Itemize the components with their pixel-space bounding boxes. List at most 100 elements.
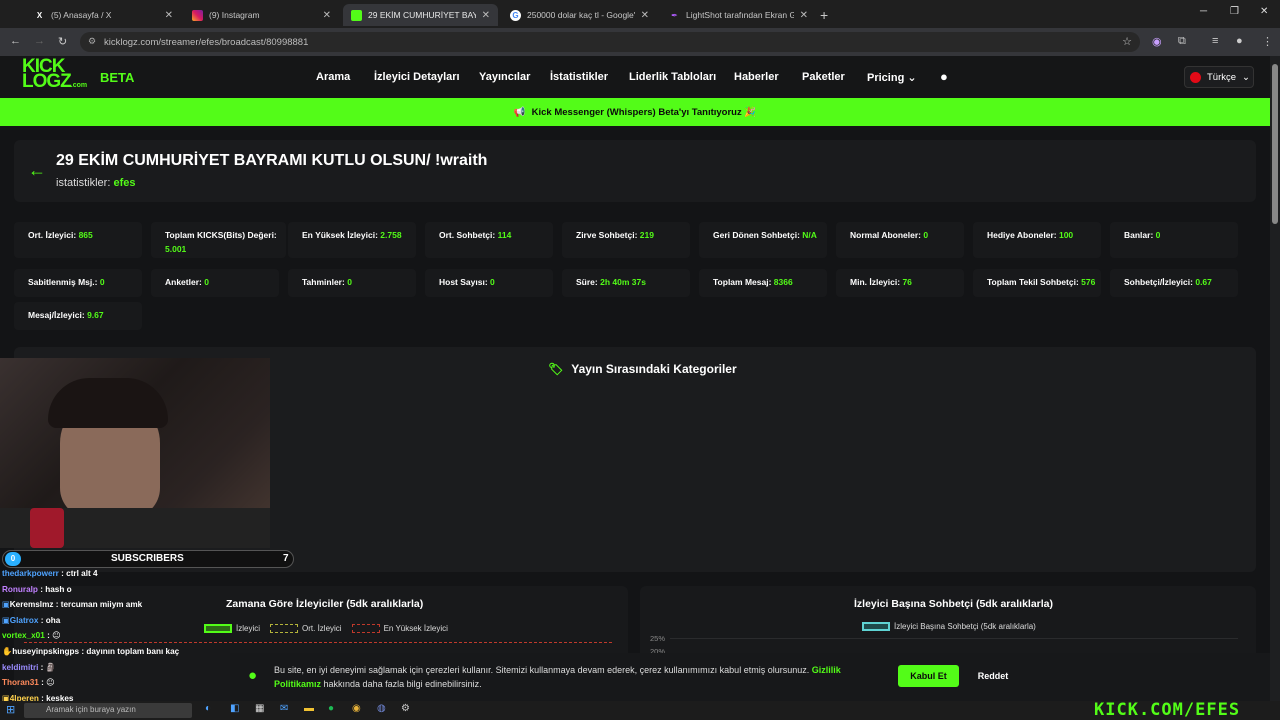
stat-value: 0 — [1155, 230, 1161, 240]
maximize-icon[interactable]: ❐ — [1230, 6, 1239, 17]
stat-value: 76 — [902, 277, 912, 287]
close-icon[interactable]: ✕ — [800, 10, 808, 21]
new-tab-button[interactable]: + — [820, 4, 840, 26]
close-icon[interactable]: ✕ — [165, 10, 173, 21]
close-window-icon[interactable]: ✕ — [1260, 6, 1268, 17]
nav-pricing-label: Pricing — [867, 72, 905, 84]
announcement-text: Kick Messenger (Whispers) Beta'yı Tanıtı… — [531, 106, 757, 118]
reject-cookies-button[interactable]: Reddet — [970, 665, 1016, 687]
legend-label[interactable]: Ort. İzleyici — [302, 624, 342, 633]
streamer-link[interactable]: efes — [113, 177, 135, 189]
grid-line — [670, 638, 1238, 639]
nav-izleyici-detaylari[interactable]: İzleyici Detayları — [374, 71, 460, 83]
chat-user: vortex_x01 — [2, 631, 45, 641]
close-icon[interactable]: ✕ — [323, 10, 331, 21]
store-icon[interactable]: ▦ — [255, 703, 264, 714]
close-icon[interactable]: ✕ — [641, 10, 649, 21]
back-arrow-icon[interactable]: ← — [28, 160, 46, 181]
mail-icon[interactable]: ✉ — [280, 703, 288, 714]
y-tick-label: 25% — [650, 634, 666, 643]
stat-toplam-tekil-sohbetci: Toplam Tekil Sohbetçi: 576 — [973, 269, 1101, 297]
tab-kicklogz[interactable]: 29 EKİM CUMHURİYET BAYRAM ✕ — [343, 4, 498, 26]
media-control-icon[interactable]: ≡ — [1212, 35, 1218, 47]
reload-icon[interactable]: ↻ — [58, 35, 67, 48]
stat-ort-izleyici: Ort. İzleyici: 865 — [14, 222, 142, 258]
stat-en-yuksek-izleyici: En Yüksek İzleyici: 2.758 — [288, 222, 416, 258]
stat-label: Zirve Sohbetçi: — [576, 230, 638, 240]
google-icon: G — [510, 9, 521, 21]
stat-value: 100 — [1058, 230, 1074, 240]
logo-bottom: LOGZ — [22, 71, 72, 92]
stat-value: 0.67 — [1195, 277, 1212, 287]
site-info-icon[interactable]: ⚙ — [88, 36, 96, 47]
nav-pricing[interactable]: Pricing ⌄ — [867, 71, 917, 84]
extension-icon[interactable]: ◉ — [1152, 35, 1162, 48]
chat-text: 😐 — [52, 631, 61, 641]
tab-google[interactable]: G 250000 dolar kaç tl - Google'da ✕ — [502, 4, 657, 26]
badge-icon: ✋ — [2, 646, 13, 656]
tab-lightshot[interactable]: ✒ LightShot tarafından Ekran Gör ✕ — [661, 4, 816, 26]
logo-suffix: .com — [70, 82, 88, 89]
cookie-message: Bu site, en iyi deneyimi sağlamak için ç… — [274, 665, 810, 675]
nav-arama[interactable]: Arama — [316, 71, 350, 83]
profile-icon[interactable]: ● — [1236, 35, 1243, 47]
announcement-banner[interactable]: 📢 Kick Messenger (Whispers) Beta'yı Tanı… — [0, 98, 1270, 126]
stat-tahminler: Tahminler: 0 — [288, 269, 416, 297]
extensions-puzzle-icon[interactable]: ⧉ — [1178, 35, 1186, 48]
app-icon[interactable]: ⚙ — [401, 703, 410, 714]
stat-label: Toplam KICKS(Bits) Değeri: — [165, 230, 277, 240]
menu-icon[interactable]: ⋮ — [1262, 35, 1273, 48]
chat-message: ▣Glatrox : oha — [2, 615, 61, 625]
categories-title: 🏷 Yayın Sırasındaki Kategoriler — [548, 362, 737, 376]
edge-icon[interactable]: ◐ — [205, 703, 211, 714]
taskview-icon[interactable]: ◧ — [230, 703, 239, 714]
windows-start-icon[interactable]: ⊞ — [6, 703, 15, 716]
stat-value: 0 — [923, 230, 929, 240]
bookmark-star-icon[interactable]: ☆ — [1122, 35, 1132, 48]
nav-istatistikler[interactable]: İstatistikler — [550, 71, 608, 83]
legend-swatch-max — [351, 624, 380, 633]
folder-icon[interactable]: ▬ — [304, 703, 314, 714]
nav-paketler[interactable]: Paketler — [802, 71, 845, 83]
stat-value: 9.67 — [87, 310, 104, 320]
close-icon[interactable]: ✕ — [482, 10, 490, 21]
windows-taskbar: ⊞ Aramak için buraya yazın ◐ ◧ ▦ ✉ ▬ ● ◉… — [0, 701, 1280, 720]
legend-label[interactable]: İzleyici Başına Sohbetçi (5dk aralıklarl… — [894, 622, 1036, 631]
minimize-icon[interactable]: ─ — [1200, 6, 1207, 17]
legend-label[interactable]: İzleyici — [236, 624, 260, 633]
page-scrollbar[interactable] — [1270, 56, 1280, 701]
stat-label: Host Sayısı: — [439, 277, 488, 287]
stat-value: 0 — [347, 277, 352, 287]
tab-x[interactable]: X (5) Anasayfa / X ✕ — [26, 4, 181, 26]
language-select[interactable]: Türkçe ⌄ — [1184, 66, 1254, 88]
scroll-thumb[interactable] — [1272, 64, 1278, 224]
accept-cookies-button[interactable]: Kabul Et — [898, 665, 959, 687]
stat-zirve-sohbetci: Zirve Sohbetçi: 219 — [562, 222, 690, 258]
kicklogz-logo[interactable]: KICK LOGZ.com — [22, 57, 88, 93]
stat-label: Tahminler: — [302, 277, 345, 287]
forward-icon[interactable]: → — [34, 35, 45, 47]
red-light — [30, 508, 64, 548]
stat-label: Min. İzleyici: — [850, 277, 901, 287]
nav-liderlik-tablolari[interactable]: Liderlik Tabloları — [629, 71, 716, 83]
kicklogz-icon — [351, 9, 362, 21]
nav-haberler[interactable]: Haberler — [734, 71, 779, 83]
legend-label[interactable]: En Yüksek İzleyici — [384, 624, 448, 633]
chrome-icon[interactable]: ◉ — [352, 703, 361, 714]
chat-user: keldimitri — [2, 662, 39, 672]
tab-title: 29 EKİM CUMHURİYET BAYRAM — [368, 10, 476, 20]
nav-yayincilar[interactable]: Yayıncılar — [479, 71, 530, 83]
back-icon[interactable]: ← — [10, 35, 21, 47]
stat-label: Toplam Mesaj: — [713, 277, 772, 287]
spotify-icon[interactable]: ● — [328, 703, 334, 714]
discord-icon[interactable]: ◍ — [377, 703, 386, 714]
stat-label: Hediye Aboneler: — [987, 230, 1057, 240]
stat-min-izleyici: Min. İzleyici: 76 — [836, 269, 964, 297]
taskbar-search[interactable]: Aramak için buraya yazın — [24, 703, 192, 718]
chat-user: Keremslmz — [9, 600, 54, 610]
user-account-icon[interactable]: ● — [940, 69, 948, 84]
url-field[interactable]: ⚙ kicklogz.com/streamer/efes/broadcast/8… — [80, 32, 1140, 52]
chat-user: thedarkpowerr — [2, 569, 59, 578]
stat-label: En Yüksek İzleyici: — [302, 230, 378, 240]
tab-instagram[interactable]: (9) Instagram ✕ — [184, 4, 339, 26]
